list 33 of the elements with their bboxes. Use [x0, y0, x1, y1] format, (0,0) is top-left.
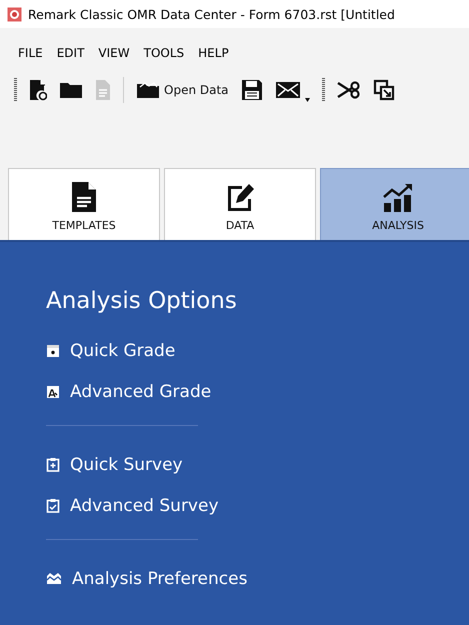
preferences-icon — [46, 572, 62, 585]
option-link[interactable]: Quick Grade — [70, 340, 176, 360]
tab[interactable]: TEMPLATES — [8, 168, 160, 240]
grade-icon — [46, 344, 60, 358]
scissors-icon[interactable] — [336, 80, 361, 100]
grade-icon — [46, 384, 60, 398]
clipboard-icon — [46, 498, 60, 513]
option-link[interactable]: Quick Survey — [70, 454, 183, 474]
menu-item[interactable]: HELP — [198, 46, 229, 68]
menu-item[interactable]: VIEW — [98, 46, 130, 68]
option-link[interactable]: Analysis Preferences — [72, 568, 248, 588]
chart-icon — [382, 183, 414, 213]
option-link[interactable]: Advanced Grade — [70, 382, 212, 402]
panel-title: Analysis Options — [46, 288, 238, 314]
folder-icon — [136, 81, 160, 99]
menu-item[interactable]: EDIT — [56, 46, 84, 68]
mail-icon[interactable] — [274, 80, 301, 100]
open-data-button[interactable]: Open Data — [136, 81, 229, 99]
window-title: Remark Classic OMR Data Center - Form 6703.rst [Untitled — [28, 6, 395, 22]
option-link[interactable]: Advanced Survey — [70, 496, 219, 516]
app-logo-icon — [7, 6, 22, 22]
menu-item[interactable]: TOOLS — [144, 46, 184, 68]
tab[interactable]: ANALYSIS — [320, 168, 469, 240]
save-icon[interactable] — [240, 79, 263, 101]
copy-icon[interactable] — [372, 79, 395, 101]
folder-icon[interactable] — [59, 81, 83, 99]
document-icon — [71, 181, 97, 213]
new-file-icon[interactable] — [29, 79, 47, 101]
menu-item[interactable]: FILE — [18, 46, 43, 68]
clipboard-icon — [46, 457, 60, 472]
edit-icon — [225, 181, 255, 213]
tab[interactable]: DATA — [164, 168, 316, 240]
dropdown-arrow-icon[interactable] — [304, 98, 310, 102]
